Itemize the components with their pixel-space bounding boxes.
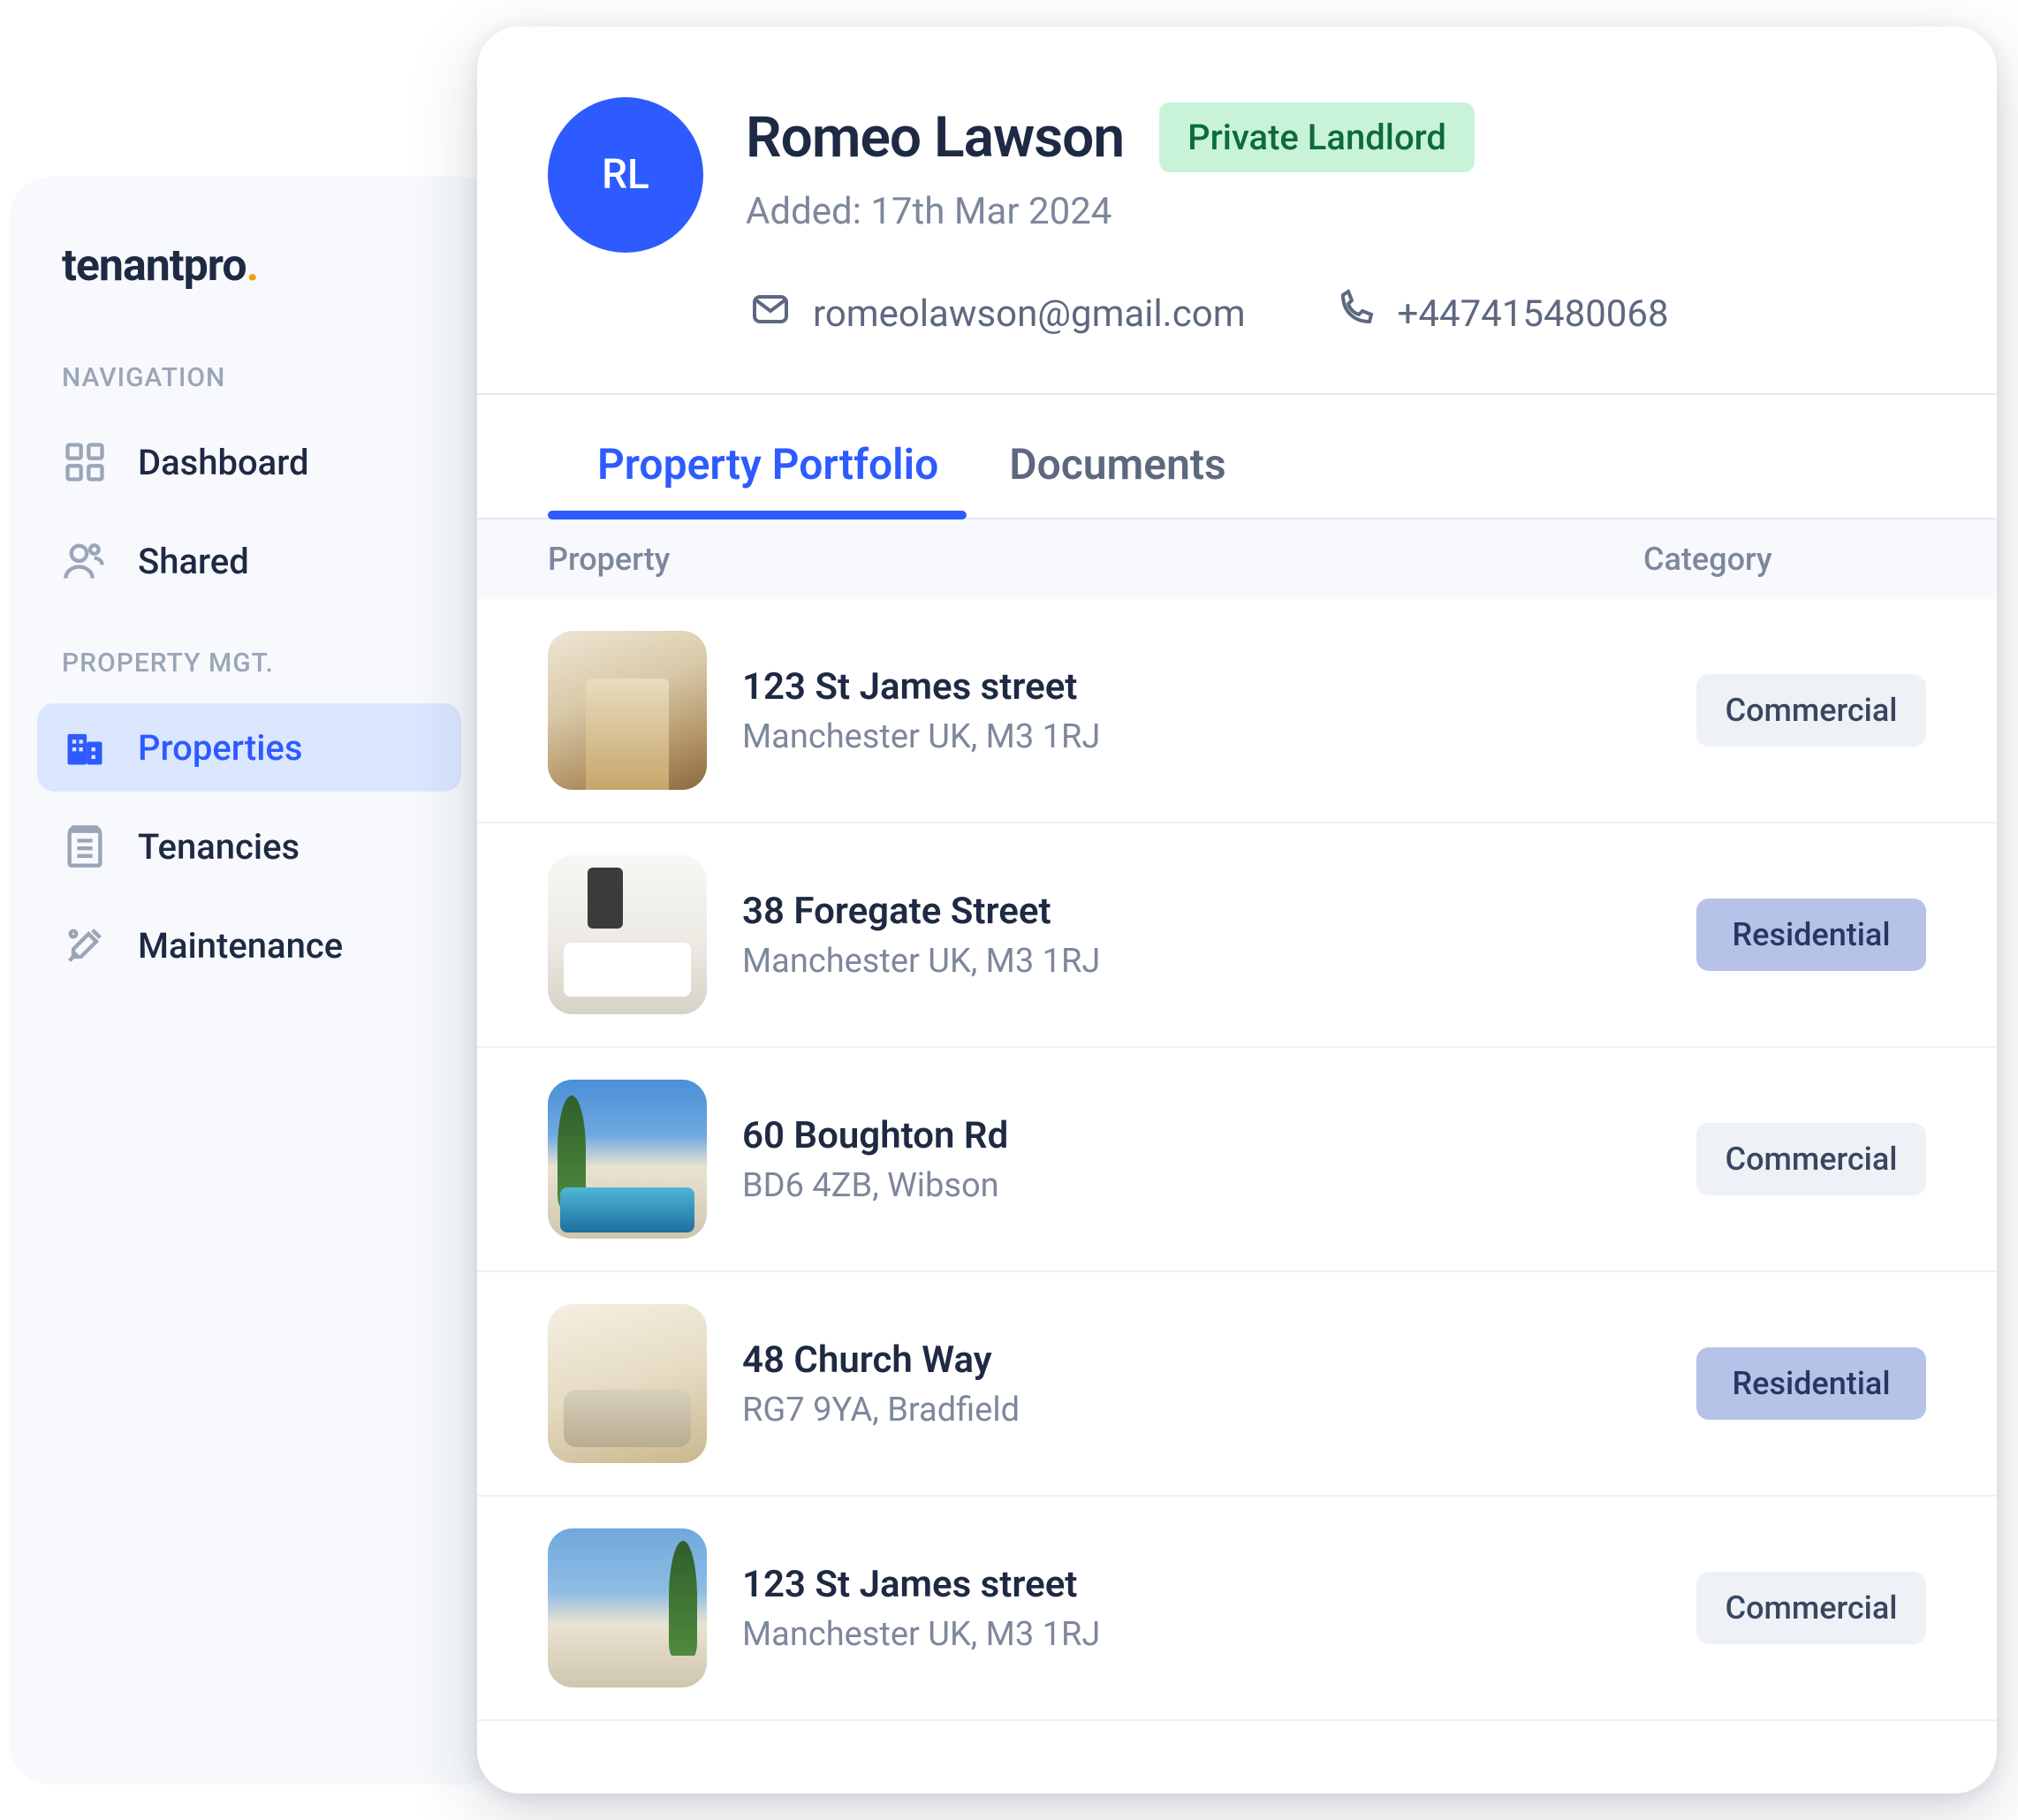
sidebar-item-label: Shared	[138, 541, 249, 582]
property-subtitle: Manchester UK, M3 1RJ	[742, 942, 1661, 981]
property-thumbnail	[548, 1304, 707, 1463]
landlord-type-badge: Private Landlord	[1159, 102, 1475, 172]
sidebar-item-label: Tenancies	[138, 826, 300, 868]
nav-section-label-property-mgt: PROPERTY MGT.	[62, 648, 486, 679]
category-badge: Residential	[1696, 899, 1926, 971]
category-badge: Residential	[1696, 1347, 1926, 1420]
added-date: Added: 17th Mar 2024	[746, 190, 1926, 233]
table-row[interactable]: 38 Foregate Street Manchester UK, M3 1RJ…	[477, 823, 1997, 1048]
category-badge: Commercial	[1696, 674, 1926, 747]
column-header-property: Property	[548, 541, 1643, 578]
contact-phone[interactable]: +447415480068	[1334, 288, 1669, 340]
sidebar-item-label: Properties	[138, 727, 302, 769]
property-subtitle: BD6 4ZB, Wibson	[742, 1166, 1661, 1205]
shared-icon	[62, 538, 108, 584]
property-thumbnail	[548, 631, 707, 790]
profile-header: RL Romeo Lawson Private Landlord Added: …	[548, 97, 1926, 253]
property-subtitle: RG7 9YA, Bradfield	[742, 1391, 1661, 1429]
dashboard-icon	[62, 439, 108, 485]
sidebar-item-shared[interactable]: Shared	[37, 517, 461, 605]
table-row[interactable]: 123 St James street Manchester UK, M3 1R…	[477, 599, 1997, 823]
property-title: 123 St James street	[742, 665, 1661, 709]
sidebar-item-tenancies[interactable]: Tenancies	[37, 802, 461, 891]
contact-email[interactable]: romeolawson@gmail.com	[749, 288, 1246, 340]
contact-row: romeolawson@gmail.com +447415480068	[548, 288, 1926, 340]
property-thumbnail	[548, 1528, 707, 1687]
column-header-category: Category	[1643, 541, 1926, 578]
sidebar-item-label: Dashboard	[138, 442, 309, 483]
property-thumbnail	[548, 855, 707, 1014]
property-text: 123 St James street Manchester UK, M3 1R…	[742, 1563, 1661, 1654]
property-text: 38 Foregate Street Manchester UK, M3 1RJ	[742, 890, 1661, 981]
profile-info: Romeo Lawson Private Landlord Added: 17t…	[746, 97, 1926, 233]
brand-dot: .	[247, 240, 259, 292]
property-thumbnail	[548, 1080, 707, 1239]
property-text: 60 Boughton Rd BD6 4ZB, Wibson	[742, 1114, 1661, 1205]
property-title: 48 Church Way	[742, 1338, 1661, 1382]
tabs: Property Portfolio Documents	[548, 395, 1926, 518]
contact-phone-text: +447415480068	[1398, 292, 1669, 336]
brand-name: tenantpro	[62, 240, 247, 292]
sidebar-item-label: Maintenance	[138, 925, 343, 967]
sidebar-item-properties[interactable]: Properties	[37, 703, 461, 792]
table-row[interactable]: 123 St James street Manchester UK, M3 1R…	[477, 1497, 1997, 1721]
category-badge: Commercial	[1696, 1123, 1926, 1195]
property-title: 60 Boughton Rd	[742, 1114, 1661, 1157]
phone-icon	[1334, 288, 1377, 340]
property-title: 38 Foregate Street	[742, 890, 1661, 933]
property-title: 123 St James street	[742, 1563, 1661, 1606]
table-row[interactable]: 60 Boughton Rd BD6 4ZB, Wibson Commercia…	[477, 1048, 1997, 1272]
maintenance-icon	[62, 922, 108, 968]
tab-property-portfolio[interactable]: Property Portfolio	[597, 439, 938, 518]
property-text: 48 Church Way RG7 9YA, Bradfield	[742, 1338, 1661, 1429]
nav-section-label-navigation: NAVIGATION	[62, 362, 486, 393]
landlord-name: Romeo Lawson	[746, 104, 1124, 171]
tenancies-icon	[62, 823, 108, 869]
property-text: 123 St James street Manchester UK, M3 1R…	[742, 665, 1661, 756]
landlord-detail-card: RL Romeo Lawson Private Landlord Added: …	[477, 27, 1997, 1793]
table-header: Property Category	[477, 518, 1997, 599]
mail-icon	[749, 288, 792, 340]
property-subtitle: Manchester UK, M3 1RJ	[742, 1615, 1661, 1654]
table-row[interactable]: 48 Church Way RG7 9YA, Bradfield Residen…	[477, 1272, 1997, 1497]
property-subtitle: Manchester UK, M3 1RJ	[742, 717, 1661, 756]
properties-icon	[62, 724, 108, 770]
sidebar: tenantpro. NAVIGATION Dashboard Shared P…	[9, 177, 504, 1785]
category-badge: Commercial	[1696, 1572, 1926, 1644]
tab-documents[interactable]: Documents	[1009, 439, 1225, 518]
sidebar-item-dashboard[interactable]: Dashboard	[37, 418, 461, 506]
contact-email-text: romeolawson@gmail.com	[813, 292, 1246, 336]
brand-logo: tenantpro.	[62, 240, 486, 292]
avatar: RL	[548, 97, 703, 253]
sidebar-item-maintenance[interactable]: Maintenance	[37, 901, 461, 990]
avatar-initials: RL	[602, 151, 649, 199]
